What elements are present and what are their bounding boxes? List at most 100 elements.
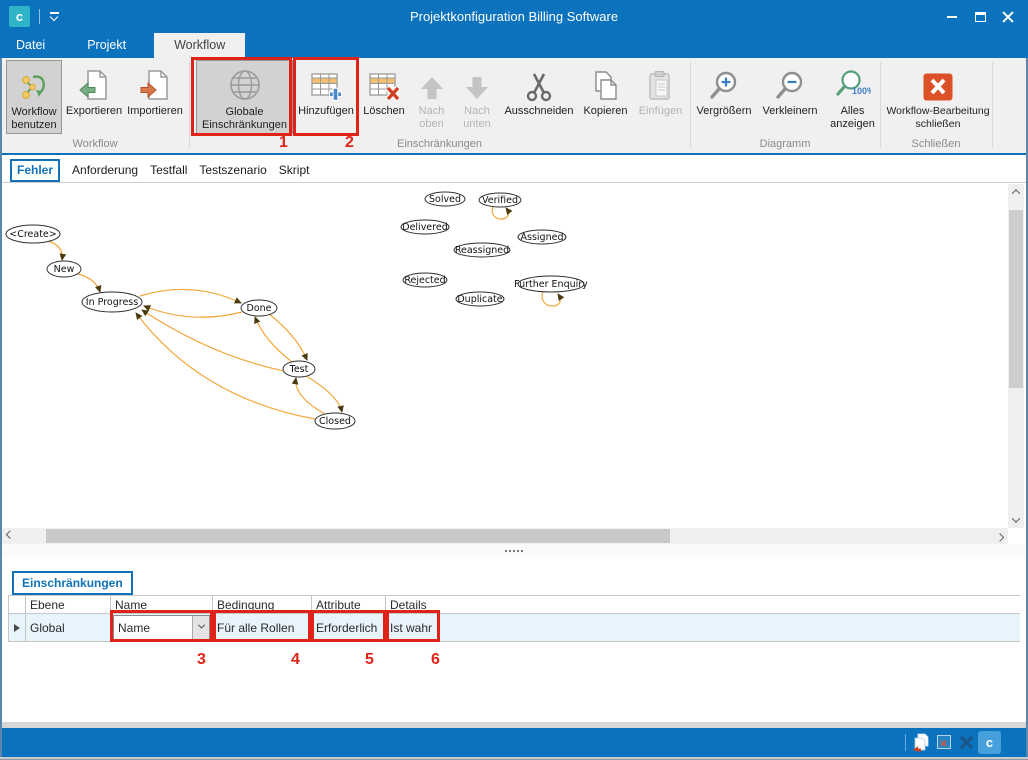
workflow-node-reassigned[interactable]: Reassigned xyxy=(454,243,510,257)
cell-name[interactable]: Name xyxy=(111,614,213,641)
workflow-node-duplicate[interactable]: Duplicate xyxy=(456,292,504,306)
workflow-edge xyxy=(269,314,307,360)
cell-ebene[interactable]: Global xyxy=(26,614,111,641)
ribbon-button-hinzufuegen[interactable]: Hinzufügen xyxy=(294,60,358,134)
vertical-scrollbar[interactable] xyxy=(1008,184,1024,528)
titlebar: c Projektkonfiguration Billing Software xyxy=(0,0,1028,33)
workflow-node-solved[interactable]: Solved xyxy=(425,192,465,206)
maximize-button[interactable] xyxy=(966,0,994,33)
workflow-node-create[interactable]: <Create> xyxy=(6,225,60,243)
workflow-node-in-progress[interactable]: In Progress xyxy=(82,292,142,312)
maximize-icon xyxy=(975,12,986,22)
workflow-node-further-enquiry[interactable]: Further Enquiry xyxy=(514,276,588,292)
cell-details[interactable]: Ist wahr xyxy=(386,614,1020,641)
svg-text:Duplicate: Duplicate xyxy=(457,294,502,305)
name-dropdown-button[interactable] xyxy=(192,616,209,639)
ribbon-button-exportieren[interactable]: Exportieren xyxy=(64,60,124,134)
app-logo-status-icon[interactable]: c xyxy=(978,731,1001,754)
ribbon-button-nach-oben: Nach oben xyxy=(409,60,454,134)
ribbon-button-vergroessern[interactable]: Vergrößern xyxy=(692,60,756,134)
doc-tab-fehler[interactable]: Fehler xyxy=(10,159,60,182)
svg-text:Test: Test xyxy=(289,364,309,375)
header-ebene[interactable]: Ebene xyxy=(26,596,111,613)
workflow-edge xyxy=(542,291,560,306)
workflow-edge xyxy=(255,317,292,362)
scroll-left-button[interactable] xyxy=(2,528,18,544)
svg-text:New: New xyxy=(54,264,75,275)
header-attribute[interactable]: Attribute xyxy=(312,596,386,613)
documents-status-icon[interactable] xyxy=(912,733,931,757)
cell-attribute[interactable]: Erforderlich xyxy=(312,614,386,641)
ribbon-button-workflow-benutzen[interactable]: Workflow benutzen xyxy=(6,60,62,134)
doc-tab-skript[interactable]: Skript xyxy=(279,163,310,177)
svg-text:Reassigned: Reassigned xyxy=(455,245,509,256)
cell-bedingung[interactable]: Für alle Rollen xyxy=(213,614,312,641)
close-icon xyxy=(1002,11,1014,23)
group-separator xyxy=(690,62,691,148)
workflow-diagram: <Create> New In Progress Done Test Closed Solv… xyxy=(2,184,1008,528)
scroll-up-button[interactable] xyxy=(1008,184,1024,200)
header-name[interactable]: Name xyxy=(111,596,213,613)
tab-datei[interactable]: Datei xyxy=(2,33,59,58)
workflow-node-assigned[interactable]: Assigned xyxy=(518,230,566,244)
ribbon-button-einfuegen: Einfügen xyxy=(633,60,688,134)
annotation-number-5: 5 xyxy=(365,651,374,669)
ribbon-button-alles-anzeigen[interactable]: 100% Alles anzeigen xyxy=(824,60,881,134)
workflow-node-closed[interactable]: Closed xyxy=(315,413,355,429)
workflow-diagram-canvas[interactable]: <Create> New In Progress Done Test Closed Solv… xyxy=(2,184,1008,528)
workflow-node-test[interactable]: Test xyxy=(283,361,315,377)
ribbon-button-nach-unten: Nach unten xyxy=(454,60,500,134)
svg-text:Delivered: Delivered xyxy=(402,222,447,233)
doc-tab-testfall[interactable]: Testfall xyxy=(150,163,187,177)
ribbon-button-kopieren[interactable]: Kopieren xyxy=(578,60,633,134)
close-button[interactable] xyxy=(994,0,1022,33)
ribbon-button-ausschneiden[interactable]: Ausschneiden xyxy=(501,60,577,134)
workflow-node-delivered[interactable]: Delivered xyxy=(401,220,449,234)
chevron-down-icon xyxy=(197,622,204,629)
svg-text:100%: 100% xyxy=(852,86,871,96)
splitter-grip-icon xyxy=(505,550,523,552)
svg-text:Solved: Solved xyxy=(429,194,461,205)
ribbon-button-workflow-bearbeitung-schliessen[interactable]: Workflow-Bearbeitung schließen xyxy=(882,60,994,134)
svg-text:In Progress: In Progress xyxy=(86,297,138,308)
svg-text:Done: Done xyxy=(247,303,272,314)
workflow-node-verified[interactable]: Verified xyxy=(479,193,521,207)
ribbon-button-loeschen[interactable]: Löschen xyxy=(360,60,408,134)
minimize-icon xyxy=(947,16,957,18)
application-window: c Projektkonfiguration Billing Software … xyxy=(0,0,1028,760)
vertical-scrollbar-thumb[interactable] xyxy=(1009,210,1023,388)
tab-workflow[interactable]: Workflow xyxy=(154,33,245,58)
tab-projekt[interactable]: Projekt xyxy=(73,33,140,58)
scroll-right-button[interactable] xyxy=(992,528,1008,544)
header-bedingung[interactable]: Bedingung xyxy=(213,596,312,613)
row-selector[interactable] xyxy=(8,614,26,641)
scroll-down-button[interactable] xyxy=(1008,512,1024,528)
ribbon-group-diagramm: Diagramm xyxy=(691,138,879,150)
ribbon-tab-bar: Datei Projekt Workflow xyxy=(0,33,1028,58)
doc-tab-testszenario[interactable]: Testszenario xyxy=(199,163,266,177)
workflow-node-rejected[interactable]: Rejected xyxy=(403,273,447,287)
close-workflow-icon xyxy=(922,60,954,102)
horizontal-scrollbar[interactable] xyxy=(2,528,1008,544)
selection-frame-status-icon[interactable] xyxy=(937,735,951,749)
name-dropdown[interactable]: Name xyxy=(113,615,210,640)
constraints-panel: Einschränkungen Ebene Name Bedingung Att… xyxy=(2,557,1026,722)
export-icon xyxy=(78,60,110,102)
pane-splitter[interactable] xyxy=(2,544,1026,557)
ribbon-button-verkleinern[interactable]: Verkleinern xyxy=(757,60,823,134)
workflow-edge xyxy=(142,310,284,371)
table-row[interactable]: Global Name Für alle Rollen Erforderlich… xyxy=(8,613,1020,642)
header-details[interactable]: Details xyxy=(386,596,1020,613)
workflow-edge xyxy=(140,289,241,303)
doc-tab-anforderung[interactable]: Anforderung xyxy=(72,163,138,177)
minimize-button[interactable] xyxy=(938,0,966,33)
workflow-edge xyxy=(48,241,62,260)
horizontal-scrollbar-thumb[interactable] xyxy=(46,529,670,543)
tab-einschraenkungen[interactable]: Einschränkungen xyxy=(12,571,133,595)
ribbon-button-importieren[interactable]: Importieren xyxy=(124,60,186,134)
workflow-node-done[interactable]: Done xyxy=(241,300,277,316)
document-tab-strip: Fehler Anforderung Testfall Testszenario… xyxy=(2,158,1026,183)
close-status-icon[interactable] xyxy=(959,735,974,755)
workflow-node-new[interactable]: New xyxy=(47,261,81,277)
ribbon-button-globale-einschraenkungen[interactable]: Globale Einschränkungen xyxy=(196,60,293,134)
